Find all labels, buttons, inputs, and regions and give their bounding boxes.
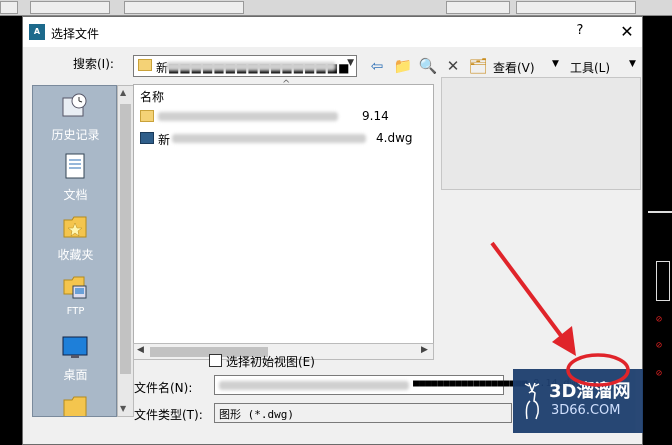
desktop-icon — [62, 336, 88, 358]
title-bar[interactable]: A 选择文件 ? ✕ — [23, 17, 642, 47]
view-menu-button[interactable]: 查看(V) — [493, 59, 535, 76]
place-label: 文档 — [63, 188, 88, 202]
tools-dropdown-icon[interactable]: ▼ — [629, 59, 636, 69]
autocad-app-icon: A — [29, 24, 45, 40]
redacted-text — [219, 381, 409, 390]
place-documents[interactable]: 文档 — [33, 150, 116, 210]
place-label: FTP — [66, 306, 85, 317]
dialog-title: 选择文件 — [51, 27, 100, 41]
cad-tool-button[interactable] — [0, 1, 18, 14]
list-item[interactable]: 新 4.dwg — [140, 130, 430, 148]
filetype-select[interactable]: 图形 (*.dwg) — [214, 403, 512, 423]
folder-icon — [140, 110, 154, 122]
location-combo[interactable]: 新■■■■■■■■■■■■■■■■ ▼ — [133, 55, 357, 77]
watermark-logo: 3D溜溜网 3D66.COM — [513, 369, 643, 433]
place-favorites[interactable]: 收藏夹 — [33, 210, 116, 270]
place-ftp[interactable]: FTP — [33, 270, 116, 330]
column-header-name[interactable]: 名称 — [140, 88, 164, 105]
watermark-brand: 3D溜溜网 — [549, 381, 631, 402]
places-sidebar: 历史记录 文档 收藏夹 FTP 桌面 — [32, 85, 117, 417]
cad-toolbar — [0, 0, 672, 16]
initial-view-checkbox[interactable] — [209, 354, 222, 367]
filename-label: 文件名(N): — [134, 381, 193, 395]
dwg-file-icon — [140, 132, 154, 144]
place-label: 收藏夹 — [57, 248, 94, 262]
file-name-suffix: 9.14 — [362, 109, 389, 123]
cad-tool-group[interactable] — [516, 1, 636, 14]
cad-mark: ⊘ — [656, 340, 663, 351]
scroll-left-icon[interactable]: ◀ — [137, 345, 144, 355]
cad-line — [656, 261, 670, 301]
redacted-text — [158, 112, 338, 121]
place-folder[interactable] — [33, 390, 116, 416]
view-dropdown-icon[interactable]: ▼ — [552, 59, 559, 69]
cad-tool-group[interactable] — [124, 1, 244, 14]
place-label: 桌面 — [63, 368, 88, 382]
tools-menu-button[interactable]: 工具(L) — [570, 59, 610, 76]
redacted-text — [172, 134, 366, 143]
folder-icon — [63, 396, 87, 416]
file-list[interactable]: 名称 ^ 9.14 新 4.dwg — [133, 79, 434, 348]
scroll-thumb[interactable] — [120, 104, 131, 374]
chevron-down-icon[interactable]: ▼ — [347, 58, 354, 68]
history-icon — [62, 93, 87, 117]
redacted-text — [166, 62, 336, 71]
filetype-label: 文件类型(T): — [134, 408, 203, 422]
document-icon — [65, 153, 85, 179]
close-button[interactable]: ✕ — [617, 22, 637, 42]
cad-tool-group[interactable] — [446, 1, 510, 14]
scroll-right-icon[interactable]: ▶ — [421, 345, 428, 355]
place-desktop[interactable]: 桌面 — [33, 330, 116, 390]
favorites-folder-icon — [63, 216, 87, 238]
sort-ascending-icon: ^ — [282, 79, 291, 90]
place-history[interactable]: 历史记录 — [33, 90, 116, 150]
search-web-icon[interactable]: 🔍 — [418, 56, 438, 76]
cad-mark: ⊘ — [656, 368, 663, 379]
cad-mark: ⊘ — [656, 314, 663, 325]
places-scrollbar[interactable]: ▲ ▼ — [117, 85, 134, 417]
preview-pane — [441, 77, 641, 190]
list-item[interactable]: 9.14 — [140, 108, 430, 126]
initial-view-label[interactable]: 选择初始视图(E) — [226, 353, 315, 370]
search-in-label: 搜索(I): — [73, 57, 114, 71]
scroll-up-icon[interactable]: ▲ — [120, 88, 126, 97]
cad-drawing-area[interactable]: ⊘ ⊘ ⊘ — [640, 16, 672, 445]
new-folder-icon[interactable]: 🗂 — [468, 56, 488, 76]
file-name-suffix: 4.dwg — [376, 131, 413, 145]
watermark-url: 3D66.COM — [551, 403, 621, 418]
folder-icon — [138, 59, 152, 71]
delete-icon[interactable]: ✕ — [443, 56, 463, 76]
ftp-icon — [63, 276, 87, 299]
up-folder-icon[interactable]: 📁 — [393, 56, 413, 76]
cad-tool-group[interactable] — [30, 1, 110, 14]
back-icon[interactable]: ⇦ — [367, 56, 387, 76]
filename-input[interactable]: ■■■■■■■■■■■■■■■■■■■ 9.14.dwg — [214, 375, 582, 395]
file-name-prefix: 新 — [158, 133, 171, 147]
deer-logo-icon — [524, 382, 540, 420]
place-label: 历史记录 — [51, 128, 100, 142]
scroll-down-icon[interactable]: ▼ — [120, 404, 126, 413]
filetype-value: 图形 (*.dwg) — [219, 408, 294, 421]
cad-line — [648, 211, 672, 213]
help-button[interactable]: ? — [571, 23, 589, 41]
